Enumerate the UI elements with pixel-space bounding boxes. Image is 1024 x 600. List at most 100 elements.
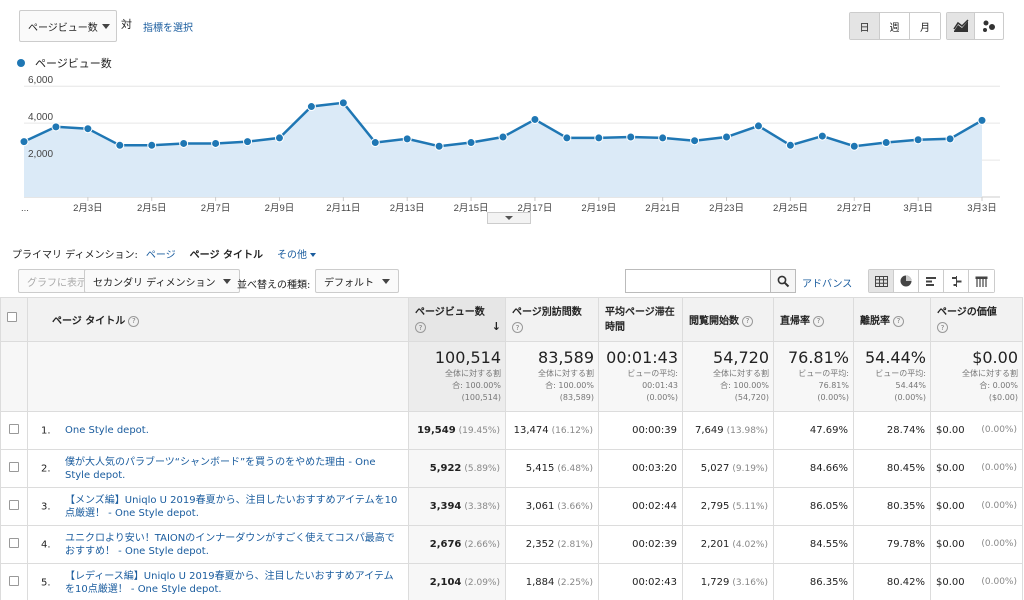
page-title-link[interactable]: ユニクロより安い！TAIONのインナーダウンがすごく使えてコスパ最高でおすすめ！… [65, 533, 395, 557]
help-icon[interactable]: ? [937, 322, 948, 333]
metric-select[interactable]: ページビュー数 [19, 10, 117, 42]
data-point[interactable] [211, 138, 221, 148]
column-header-page-title[interactable]: ページ タイトル? [27, 297, 409, 342]
total-sub: (100,514) [461, 393, 501, 402]
line-chart-icon [952, 19, 969, 32]
sort-type-select[interactable]: デフォルト [315, 269, 399, 293]
dimension-option-page-title[interactable]: ページ タイトル [190, 246, 263, 261]
performance-view-button[interactable] [919, 270, 944, 292]
data-point[interactable] [849, 141, 859, 151]
column-header-entrances[interactable]: 閲覧開始数? [682, 297, 774, 342]
data-point[interactable] [785, 140, 795, 150]
chart-collapse-toggle[interactable] [487, 212, 531, 224]
help-icon[interactable]: ? [813, 315, 824, 327]
select-all-checkbox[interactable] [7, 312, 17, 322]
period-week-button[interactable]: 週 [880, 13, 910, 39]
column-header-page-value[interactable]: ページの価値? [930, 297, 1023, 342]
data-point[interactable] [306, 102, 316, 112]
column-header-avg-time[interactable]: 平均ページ滞在時間 [598, 297, 683, 342]
data-point[interactable] [594, 133, 604, 143]
data-point[interactable] [977, 115, 987, 125]
entrances-cell: 1,729 (3.16%) [682, 563, 774, 600]
data-point[interactable] [179, 138, 189, 148]
page-title-link[interactable]: 僕が大人気のパラブーツ“シャンボード”を買うのをやめた理由 - One Styl… [65, 457, 376, 481]
dimension-option-page[interactable]: ページ [146, 246, 176, 261]
line-chart-button[interactable] [947, 13, 975, 39]
avg-time-cell: 00:02:44 [598, 487, 683, 526]
data-point[interactable] [115, 140, 125, 150]
column-header-pageviews[interactable]: ページビュー数? ↓ [408, 297, 506, 342]
motion-chart-button[interactable] [975, 13, 1003, 39]
cell-value: 79.78% [886, 539, 925, 550]
data-view-button[interactable] [869, 270, 894, 292]
x-tick-label: 2月5日 [137, 203, 167, 214]
data-point[interactable] [690, 136, 700, 146]
data-point[interactable] [881, 138, 891, 148]
column-header-exit-rate[interactable]: 離脱率? [853, 297, 931, 342]
cell-percent: (4.02%) [732, 540, 768, 550]
advanced-filter-link[interactable]: アドバンス [802, 275, 852, 290]
total-sub: 00:01:43 [642, 381, 678, 390]
data-point[interactable] [913, 135, 923, 145]
data-point[interactable] [370, 138, 380, 148]
help-icon[interactable]: ? [893, 315, 904, 327]
help-icon[interactable]: ? [415, 322, 426, 333]
column-header-label: ページ タイトル [52, 316, 126, 327]
data-point[interactable] [338, 98, 348, 108]
data-point[interactable] [19, 137, 29, 147]
data-point[interactable] [626, 132, 636, 142]
data-point[interactable] [466, 138, 476, 148]
table-row: 3. 【メンズ編】Uniqlo U 2019春夏から、注目したいおすすめアイテムを… [0, 487, 1023, 526]
cell-value: $0.00 [936, 463, 965, 474]
help-icon[interactable]: ? [742, 315, 753, 327]
data-point[interactable] [498, 132, 508, 142]
help-icon[interactable]: ? [512, 322, 523, 333]
help-icon[interactable]: ? [128, 315, 140, 327]
bar-list-icon [925, 276, 936, 286]
secondary-dimension-select[interactable]: セカンダリ ディメンション [84, 269, 241, 293]
data-point[interactable] [51, 122, 61, 132]
period-month-button[interactable]: 月 [910, 13, 940, 39]
x-tick-label: 2月15日 [454, 203, 489, 214]
data-point[interactable] [817, 131, 827, 141]
data-point[interactable] [83, 124, 93, 134]
pie-view-button[interactable] [894, 270, 919, 292]
table-search-input[interactable] [625, 269, 772, 293]
data-point[interactable] [434, 141, 444, 151]
period-day-button[interactable]: 日 [850, 13, 880, 39]
unique-pageviews-cell: 5,415 (6.48%) [505, 449, 599, 488]
row-checkbox[interactable] [9, 538, 19, 548]
exit-rate-cell: 79.78% [853, 525, 931, 564]
data-point[interactable] [274, 133, 284, 143]
cell-value: 00:02:44 [632, 501, 677, 512]
data-point[interactable] [402, 134, 412, 144]
unique-pageviews-cell: 1,884 (2.25%) [505, 563, 599, 600]
x-tick-label: 2月13日 [390, 203, 425, 214]
search-button[interactable] [770, 269, 796, 293]
table-view-selector [868, 269, 995, 293]
row-checkbox[interactable] [9, 424, 19, 434]
data-point[interactable] [945, 134, 955, 144]
column-header-unique-pageviews[interactable]: ページ別訪問数? [505, 297, 599, 342]
dimension-option-other[interactable]: その他 [277, 246, 316, 261]
choose-metric-link[interactable]: 指標を選択 [143, 19, 193, 34]
data-point[interactable] [753, 121, 763, 131]
row-checkbox[interactable] [9, 500, 19, 510]
data-point[interactable] [147, 140, 157, 150]
sort-type-value: デフォルト [324, 277, 374, 289]
page-title-link[interactable]: 【レディース編】Uniqlo U 2019春夏から、注目したいおすすめアイテムを… [65, 571, 394, 595]
bounce-rate-cell: 84.66% [773, 449, 854, 488]
page-title-link[interactable]: One Style depot. [65, 425, 149, 436]
data-point[interactable] [562, 133, 572, 143]
data-point[interactable] [530, 114, 540, 124]
data-point[interactable] [658, 133, 668, 143]
data-point[interactable] [243, 137, 253, 147]
comparison-view-button[interactable] [944, 270, 969, 292]
pivot-view-button[interactable] [969, 270, 994, 292]
page-title-link[interactable]: 【メンズ編】Uniqlo U 2019春夏から、注目したいおすすめアイテムを10… [65, 495, 397, 519]
totals-empty-cell [27, 341, 409, 412]
column-header-bounce-rate[interactable]: 直帰率? [773, 297, 854, 342]
row-checkbox[interactable] [9, 576, 19, 586]
data-point[interactable] [722, 132, 732, 142]
row-checkbox[interactable] [9, 462, 19, 472]
